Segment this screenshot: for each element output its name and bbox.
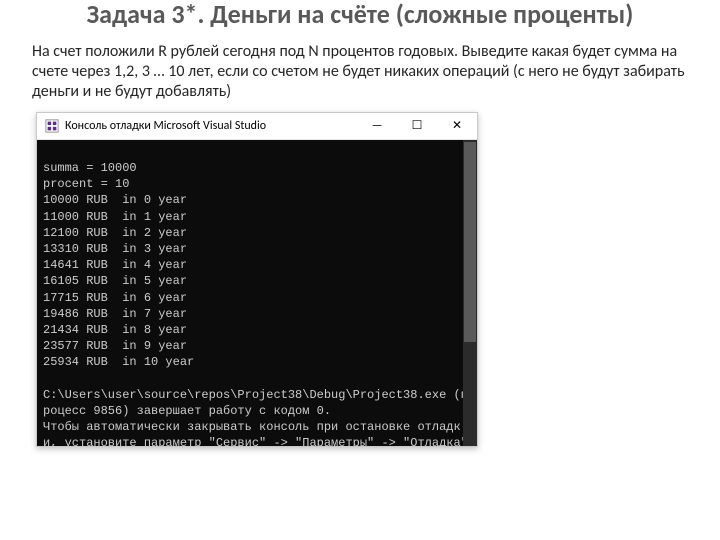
console-line: 11000 RUB in 1 year <box>43 210 187 224</box>
console-line: 17715 RUB in 6 year <box>43 291 187 305</box>
maximize-button[interactable]: ☐ <box>397 113 437 139</box>
console-line: summa = 10000 <box>43 161 137 175</box>
console-line: 19486 RUB in 7 year <box>43 307 187 321</box>
close-button[interactable]: ✕ <box>437 113 477 139</box>
console-output: summa = 10000 procent = 10 10000 RUB in … <box>37 140 477 446</box>
console-line: 12100 RUB in 2 year <box>43 226 187 240</box>
scrollbar-thumb[interactable] <box>464 142 476 342</box>
window-titlebar: Консоль отладки Microsoft Visual Studio … <box>37 113 477 140</box>
console-hint-line: Чтобы автоматически закрывать консоль пр… <box>43 420 475 446</box>
console-scrollbar[interactable] <box>463 140 477 446</box>
slide-title: Задача 3*. Деньги на счёте (сложные проц… <box>32 0 688 30</box>
console-path-line: C:\Users\user\source\repos\Project38\Deb… <box>43 388 468 418</box>
minimize-button[interactable]: — <box>357 113 397 139</box>
console-line: 25934 RUB in 10 year <box>43 355 194 369</box>
app-icon <box>45 119 59 133</box>
window-controls: — ☐ ✕ <box>357 113 477 139</box>
console-line: 13310 RUB in 3 year <box>43 242 187 256</box>
console-line: 21434 RUB in 8 year <box>43 323 187 337</box>
console-window: Консоль отладки Microsoft Visual Studio … <box>36 112 478 447</box>
console-line: procent = 10 <box>43 177 129 191</box>
console-line: 14641 RUB in 4 year <box>43 258 187 272</box>
console-line: 16105 RUB in 5 year <box>43 274 187 288</box>
window-title: Консоль отладки Microsoft Visual Studio <box>65 119 357 133</box>
task-description: На счет положили R рублей сегодня под N … <box>32 42 688 102</box>
console-line: 10000 RUB in 0 year <box>43 193 187 207</box>
console-line: 23577 RUB in 9 year <box>43 339 187 353</box>
